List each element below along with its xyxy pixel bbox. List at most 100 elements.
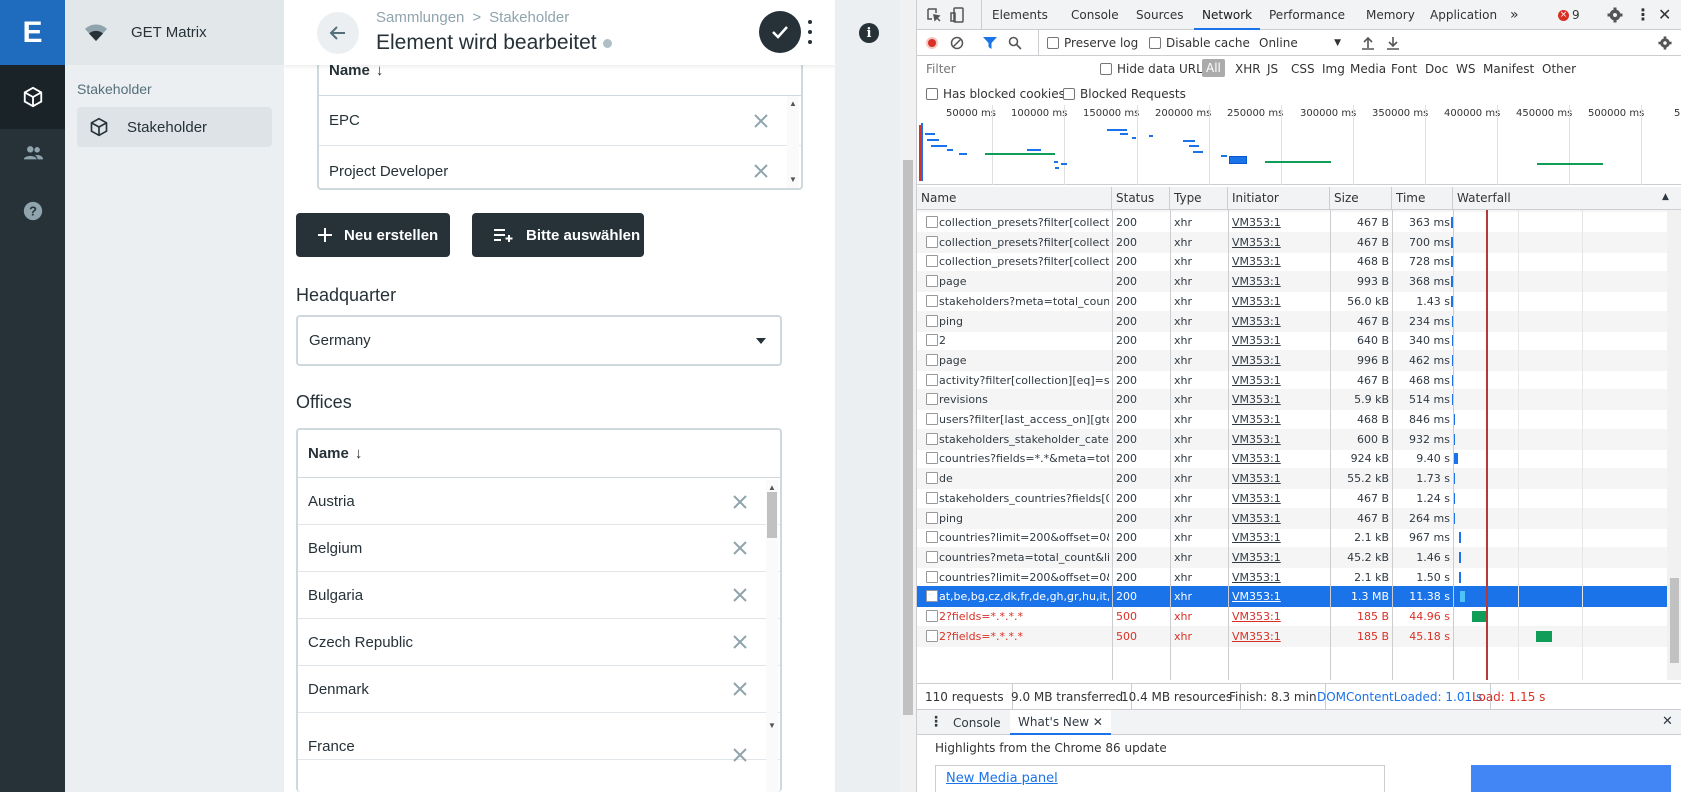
network-request-row[interactable]: 2 200 xhr VM353:1 640 B 340 ms [917, 330, 1667, 351]
tab-console[interactable]: Console [1071, 0, 1119, 30]
collections-module-button[interactable] [0, 65, 65, 129]
filter-type-all[interactable]: All [1202, 59, 1225, 77]
network-request-row[interactable]: users?filter[last_access_on][gte]... 200 x… [917, 409, 1667, 430]
clear-icon[interactable] [950, 36, 964, 50]
more-tabs-button[interactable]: » [1510, 0, 1519, 30]
cell-initiator[interactable]: VM353:1 [1232, 389, 1327, 410]
cell-initiator[interactable]: VM353:1 [1232, 547, 1327, 568]
network-request-row[interactable]: at,be,bg,cz,dk,fr,de,gh,gr,hu,it,ke,... 2… [917, 586, 1667, 608]
project-switcher[interactable]: GET Matrix [65, 0, 284, 65]
more-options-button[interactable] [805, 20, 815, 44]
remove-icon[interactable] [732, 587, 748, 603]
remove-icon[interactable] [753, 113, 769, 129]
cell-initiator[interactable]: VM353:1 [1232, 271, 1327, 292]
checkbox[interactable] [926, 88, 938, 100]
network-request-row[interactable]: stakeholders_countries?fields[0]... 200 xh… [917, 488, 1667, 509]
cell-initiator[interactable]: VM353:1 [1232, 330, 1327, 351]
cell-initiator[interactable]: VM353:1 [1232, 606, 1327, 627]
headquarter-select[interactable]: Germany [296, 315, 782, 366]
card-title-link[interactable]: New Media panel [946, 771, 1058, 786]
column-type[interactable]: Type [1170, 187, 1228, 210]
cell-initiator[interactable]: VM353:1 [1232, 527, 1327, 548]
help-module-button[interactable]: ? [0, 179, 65, 243]
scrollbar-thumb[interactable] [903, 160, 913, 715]
column-status[interactable]: Status [1112, 187, 1170, 210]
disable-cache-checkbox[interactable]: Disable cache [1149, 30, 1250, 56]
network-request-row[interactable]: countries?meta=total_count&li... 200 xhr VM… [917, 546, 1667, 568]
relation-row[interactable]: Czech Republic [298, 619, 780, 666]
drawer-menu-icon[interactable]: ⋮ [929, 714, 943, 730]
relation-scrollbar[interactable] [766, 480, 778, 792]
network-request-row[interactable]: ping 200 xhr VM353:1 467 B 264 ms [917, 507, 1667, 529]
cell-initiator[interactable]: VM353:1 [1232, 626, 1327, 647]
hide-data-urls-checkbox[interactable]: Hide data URLs [1100, 62, 1209, 76]
record-icon[interactable] [926, 30, 938, 56]
inspect-icon[interactable] [926, 7, 942, 23]
network-request-row[interactable]: collection_presets?filter[collection... 2… [917, 212, 1667, 233]
nav-item-stakeholder[interactable]: Stakeholder [77, 107, 272, 147]
filter-type-xhr[interactable]: XHR [1235, 62, 1261, 76]
cell-initiator[interactable]: VM353:1 [1232, 370, 1327, 391]
relation-row[interactable]: Denmark [298, 666, 780, 713]
close-tab-icon[interactable]: ✕ [1093, 715, 1103, 729]
tab-memory[interactable]: Memory [1366, 0, 1415, 30]
preserve-log-checkbox[interactable]: Preserve log [1038, 30, 1138, 56]
scroll-up-arrow[interactable]: ▲ [787, 98, 799, 110]
search-icon[interactable] [1008, 36, 1022, 50]
cell-initiator[interactable]: VM353:1 [1232, 508, 1327, 529]
remove-icon[interactable] [732, 540, 748, 556]
whats-new-card[interactable]: New Media panel [935, 765, 1385, 792]
cell-initiator[interactable]: VM353:1 [1232, 291, 1327, 312]
network-request-row[interactable]: ping 200 xhr VM353:1 467 B 234 ms [917, 310, 1667, 332]
remove-icon[interactable] [732, 747, 748, 763]
export-har-icon[interactable] [1386, 36, 1400, 50]
checkbox[interactable] [1047, 37, 1059, 49]
scroll-down-arrow[interactable]: ▼ [787, 174, 799, 186]
column-name[interactable]: Name [917, 187, 1112, 210]
select-existing-button[interactable]: Bitte auswählen [472, 213, 644, 257]
cell-initiator[interactable]: VM353:1 [1232, 429, 1327, 450]
remove-icon[interactable] [732, 681, 748, 697]
back-button[interactable] [317, 12, 359, 54]
cell-initiator[interactable]: VM353:1 [1232, 350, 1327, 371]
network-request-row[interactable]: countries?limit=200&offset=0&... 200 xhr VM… [917, 567, 1667, 588]
cell-initiator[interactable]: VM353:1 [1232, 311, 1327, 332]
scroll-down-arrow[interactable]: ▼ [766, 720, 778, 732]
scrollbar-thumb[interactable] [767, 492, 777, 538]
page-scrollbar[interactable] [900, 0, 916, 792]
breadcrumb-stakeholder[interactable]: Stakeholder [489, 9, 569, 26]
network-request-row[interactable]: stakeholders?meta=total_count... 200 xhr VM… [917, 291, 1667, 312]
checkbox[interactable] [1100, 63, 1112, 75]
checkbox[interactable] [1149, 37, 1161, 49]
network-request-row[interactable]: collection_presets?filter[collection... 2… [917, 251, 1667, 272]
filter-type-manifest[interactable]: Manifest [1483, 62, 1534, 76]
scroll-up-arrow[interactable]: ▲ [766, 482, 778, 494]
breadcrumb-collections[interactable]: Sammlungen [376, 9, 464, 26]
scrollbar-thumb[interactable] [1670, 578, 1679, 663]
drawer-tab-whats-new[interactable]: What's New ✕ [1010, 710, 1111, 735]
network-request-row[interactable]: page 200 xhr VM353:1 996 B 462 ms [917, 349, 1667, 371]
filter-type-media[interactable]: Media [1350, 62, 1386, 76]
network-overview-timeline[interactable]: 50000 ms 100000 ms 150000 ms 200000 ms 2… [917, 105, 1681, 185]
import-har-icon[interactable] [1361, 36, 1375, 50]
tab-elements[interactable]: Elements [981, 0, 1048, 30]
tab-sources[interactable]: Sources [1136, 0, 1183, 30]
tab-network[interactable]: Network [1194, 0, 1261, 30]
cell-initiator[interactable]: VM353:1 [1232, 448, 1327, 469]
network-request-row[interactable]: 2?fields=*.*.*.* 500 xhr VM353:1 185 B 44.96 … [917, 606, 1667, 627]
column-waterfall[interactable]: Waterfall [1453, 187, 1681, 210]
column-initiator[interactable]: Initiator [1228, 187, 1330, 210]
request-list-scrollbar[interactable] [1667, 210, 1681, 680]
cell-initiator[interactable]: VM353:1 [1232, 567, 1327, 588]
filter-type-other[interactable]: Other [1542, 62, 1576, 76]
relation-row[interactable]: Austria [298, 479, 780, 525]
relation-row[interactable]: Project Developer [319, 146, 801, 188]
filter-type-js[interactable]: JS [1267, 62, 1278, 76]
filter-type-css[interactable]: CSS [1291, 62, 1315, 76]
tab-application[interactable]: Application [1430, 0, 1497, 30]
customize-menu-icon[interactable]: ⋮ [1635, 0, 1651, 30]
has-blocked-cookies-checkbox[interactable]: Has blocked cookies [926, 87, 1065, 101]
network-request-row[interactable]: page 200 xhr VM353:1 993 B 368 ms [917, 271, 1667, 293]
relation-row[interactable]: Bulgaria [298, 572, 780, 619]
create-new-button[interactable]: Neu erstellen [296, 213, 450, 257]
